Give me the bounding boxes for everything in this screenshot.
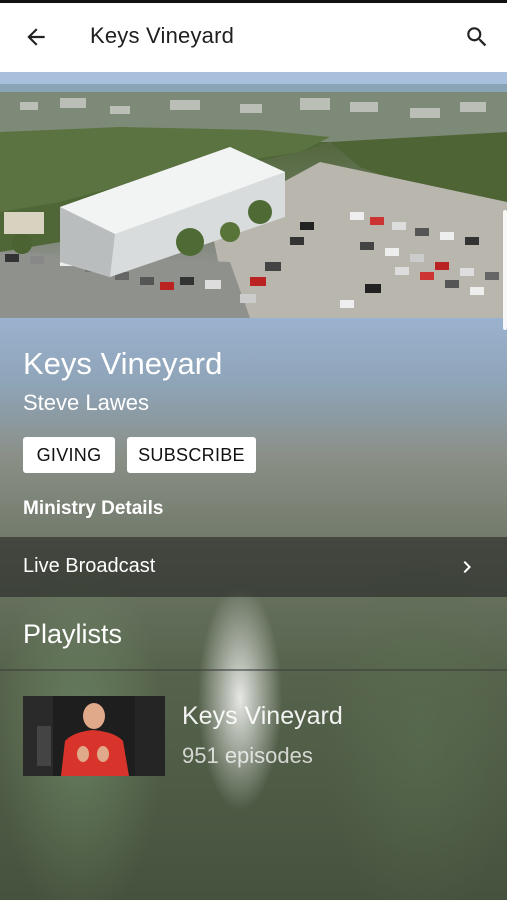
giving-button[interactable]: GIVING <box>23 437 115 473</box>
ministry-details-heading: Ministry Details <box>23 498 164 519</box>
arrow-left-icon <box>27 28 45 46</box>
playlist-thumbnail <box>23 696 165 776</box>
app-bar: Keys Vineyard <box>0 0 507 72</box>
playlists-heading: Playlists <box>23 619 123 649</box>
hero-image <box>0 72 507 318</box>
page-title: Keys Vineyard <box>90 23 235 48</box>
subscribe-button[interactable]: SUBSCRIBE <box>127 437 256 473</box>
divider <box>0 669 507 671</box>
speaker-image <box>23 696 165 776</box>
playlist-item[interactable]: Keys Vineyard 951 episodes <box>0 690 507 782</box>
channel-name: Keys Vineyard <box>23 346 223 381</box>
search-button[interactable] <box>461 21 493 53</box>
search-icon <box>467 27 487 47</box>
live-broadcast-row[interactable]: Live Broadcast <box>0 537 507 597</box>
aerial-photo <box>0 72 507 318</box>
channel-author: Steve Lawes <box>23 390 149 415</box>
playlist-title: Keys Vineyard <box>182 702 343 730</box>
playlist-episode-count: 951 episodes <box>182 743 313 768</box>
live-broadcast-label: Live Broadcast <box>23 555 156 577</box>
chevron-right-icon <box>463 561 471 573</box>
back-button[interactable] <box>20 21 52 53</box>
scroll-indicator <box>503 210 507 330</box>
